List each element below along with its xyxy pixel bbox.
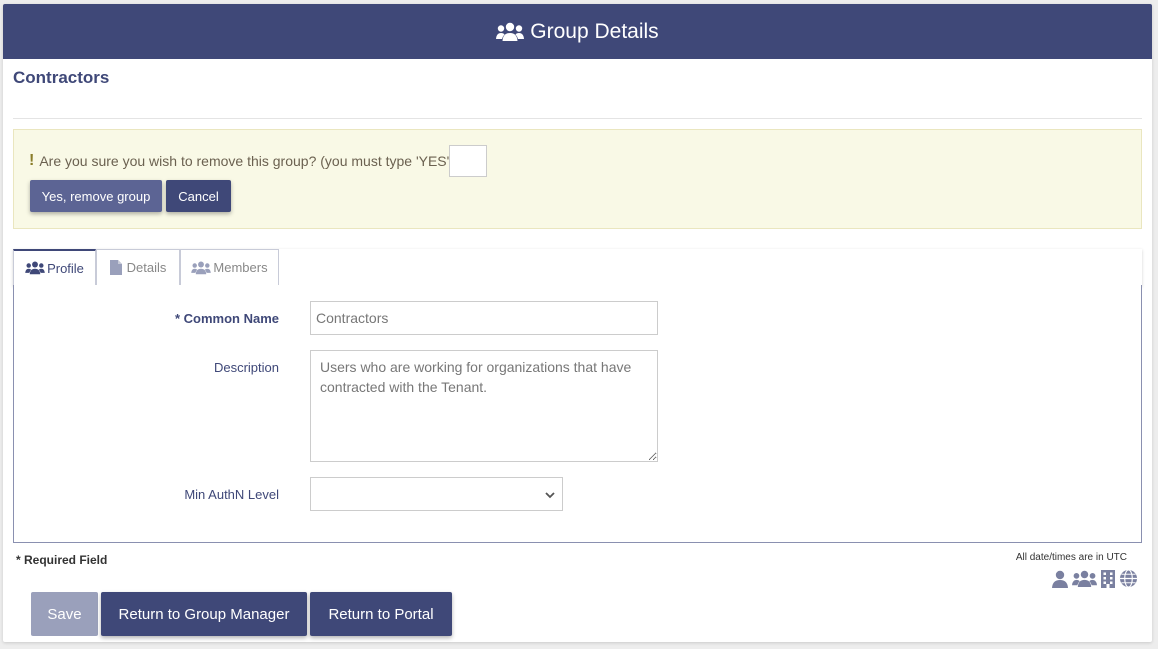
common-name-label: * Common Name bbox=[174, 311, 279, 326]
tab-members-label: Members bbox=[213, 260, 268, 275]
confirm-message-row: ! Are you sure you wish to remove this g… bbox=[29, 152, 454, 170]
min-authn-label: Min AuthN Level bbox=[184, 487, 279, 502]
return-to-portal-button[interactable]: Return to Portal bbox=[310, 592, 452, 636]
user-icon bbox=[1051, 570, 1069, 593]
common-name-input[interactable] bbox=[310, 301, 658, 335]
description-textarea[interactable]: Users who are working for organizations … bbox=[310, 350, 658, 462]
page-header-title: Group Details bbox=[530, 19, 659, 43]
save-button[interactable]: Save bbox=[31, 592, 98, 636]
icon-legend bbox=[1051, 569, 1138, 593]
required-field-note: * Required Field bbox=[16, 553, 108, 567]
yes-remove-group-button[interactable]: Yes, remove group bbox=[30, 180, 162, 212]
main-card: Group Details Contractors ! Are you sure… bbox=[3, 4, 1152, 642]
tabs-bar: Profile Details Members bbox=[13, 249, 1142, 286]
users-icon bbox=[25, 261, 45, 275]
globe-icon bbox=[1119, 569, 1138, 593]
page-header: Group Details bbox=[3, 4, 1152, 59]
tab-members[interactable]: Members bbox=[180, 249, 279, 285]
tab-details-label: Details bbox=[126, 260, 167, 275]
tab-profile[interactable]: Profile bbox=[13, 249, 96, 285]
confirm-message: Are you sure you wish to remove this gro… bbox=[39, 153, 454, 169]
min-authn-select[interactable] bbox=[310, 477, 563, 511]
description-label: Description bbox=[213, 360, 279, 375]
divider bbox=[13, 118, 1142, 119]
profile-panel: * Common Name Description Users who are … bbox=[13, 285, 1142, 543]
remove-confirmation-alert: ! Are you sure you wish to remove this g… bbox=[13, 129, 1142, 229]
cancel-button[interactable]: Cancel bbox=[166, 180, 231, 212]
tab-details[interactable]: Details bbox=[96, 249, 180, 285]
building-icon bbox=[1100, 569, 1116, 593]
chevron-down-icon bbox=[544, 488, 556, 506]
return-to-group-manager-button[interactable]: Return to Group Manager bbox=[101, 592, 307, 636]
tab-profile-label: Profile bbox=[47, 260, 84, 276]
exclamation-icon: ! bbox=[29, 152, 35, 169]
utc-note: All date/times are in UTC bbox=[1015, 552, 1127, 563]
users-icon bbox=[496, 22, 525, 42]
users-icon bbox=[1072, 570, 1097, 593]
confirm-yes-input[interactable] bbox=[449, 145, 487, 177]
page-title: Contractors bbox=[13, 68, 110, 87]
file-icon bbox=[109, 260, 122, 275]
users-icon bbox=[191, 261, 212, 275]
